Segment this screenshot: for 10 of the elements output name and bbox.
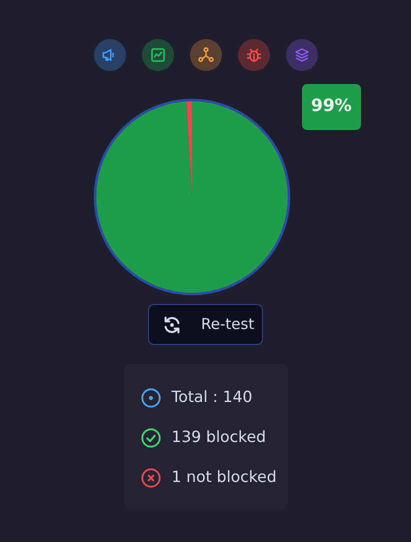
retest-button[interactable]: Re-test — [148, 304, 263, 345]
stat-text: 1 not blocked — [172, 467, 277, 488]
nodes-icon[interactable] — [190, 39, 222, 71]
stat-text: 139 blocked — [172, 427, 266, 448]
layers-icon[interactable] — [286, 39, 318, 71]
megaphone-icon[interactable] — [94, 39, 126, 71]
chart-icon[interactable] — [142, 39, 174, 71]
bug-icon[interactable] — [238, 39, 270, 71]
stat-text: Total : 140 — [172, 387, 252, 408]
percent-tooltip: 99% — [302, 84, 361, 130]
